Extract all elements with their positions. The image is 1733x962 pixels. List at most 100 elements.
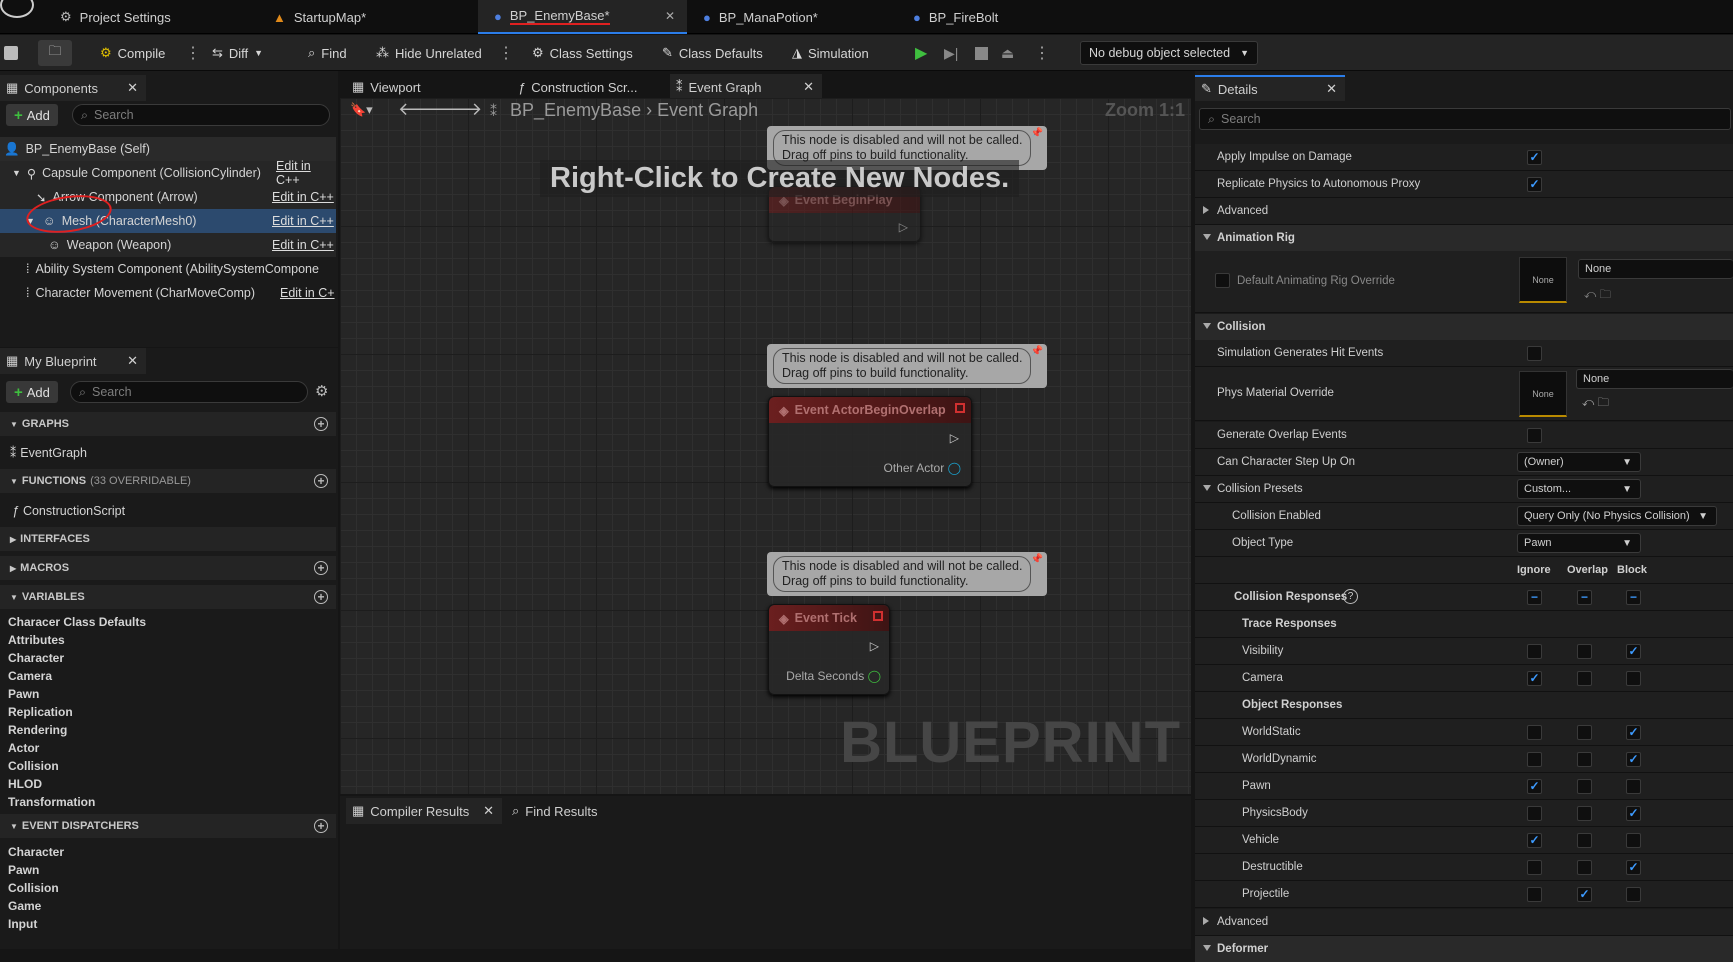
tab-compiler-results[interactable]: ▦ Compiler Results ✕ (346, 798, 502, 824)
browse-icon[interactable]: ⤺ 🗀 (1582, 395, 1609, 414)
advance-frame-button[interactable]: ▶| (944, 35, 958, 71)
tab-bp-firebolt[interactable]: ● BP_FireBolt (897, 0, 1097, 34)
tab-viewport[interactable]: ▦ Viewport (346, 74, 496, 100)
more-options-icon[interactable]: ⋮ (498, 35, 514, 71)
class-defaults-button[interactable]: ✎ Class Defaults (662, 35, 763, 71)
simulation-button[interactable]: ◮ Simulation (792, 35, 869, 71)
asset-thumbnail[interactable]: None (1519, 257, 1567, 303)
ignore-checkbox[interactable] (1527, 725, 1542, 740)
ignore-checkbox[interactable]: ✓ (1527, 779, 1542, 794)
breadcrumb-leaf[interactable]: Event Graph (657, 100, 758, 120)
browse-button[interactable]: 🗀 (38, 40, 72, 66)
tab-construction-script[interactable]: ƒ Construction Scr... (512, 74, 662, 100)
close-icon[interactable]: ✕ (483, 803, 494, 819)
component-self[interactable]: 👤 BP_EnemyBase (Self) (0, 137, 336, 161)
play-options-icon[interactable]: ⋮ (1034, 35, 1050, 71)
overlap-checkbox[interactable]: ✓ (1577, 887, 1592, 902)
asset-picker[interactable]: None (1576, 369, 1733, 389)
compile-options-icon[interactable]: ⋮ (185, 35, 201, 71)
block-checkbox[interactable]: ✓ (1626, 860, 1641, 875)
variable-category[interactable]: Transformation (8, 795, 95, 809)
event-dispatchers-section[interactable]: ▼ EVENT DISPATCHERS + (0, 814, 336, 838)
close-icon[interactable]: ✕ (1326, 81, 1337, 97)
add-macro-icon[interactable]: + (314, 561, 328, 575)
block-checkbox[interactable] (1626, 887, 1641, 902)
tab-details[interactable]: ✎ Details ✕ (1195, 75, 1345, 101)
close-tab-icon[interactable]: ✕ (665, 9, 675, 23)
checkbox[interactable] (1527, 346, 1542, 361)
event-graph-canvas[interactable]: 🔖▾ 🡐 🡒 ⁑ BP_EnemyBase › Event Graph Zoom… (340, 98, 1191, 794)
ignore-checkbox[interactable]: ✓ (1527, 833, 1542, 848)
delegate-pin-icon[interactable] (955, 403, 965, 413)
all-ignore-checkbox[interactable]: − (1527, 590, 1542, 605)
edit-in-cpp-link[interactable]: Edit in C++ (272, 214, 334, 228)
components-search-input[interactable]: ⌕ Search (72, 104, 330, 126)
eject-button[interactable]: ⏏ (1001, 35, 1014, 71)
checkbox[interactable]: ✓ (1527, 150, 1542, 165)
debug-object-select[interactable]: No debug object selected ▼ (1080, 41, 1258, 65)
variable-category[interactable]: Actor (8, 741, 39, 755)
block-checkbox[interactable] (1626, 671, 1641, 686)
edit-in-cpp-link[interactable]: Edit in C++ (272, 238, 334, 252)
ignore-checkbox[interactable] (1527, 752, 1542, 767)
close-icon[interactable]: ✕ (127, 353, 138, 369)
close-icon[interactable]: ✕ (127, 80, 138, 96)
delta-seconds-pin[interactable]: Delta Seconds ◯ (786, 669, 881, 683)
add-function-icon[interactable]: + (314, 474, 328, 488)
variable-category[interactable]: Rendering (8, 723, 67, 737)
diff-button[interactable]: ⇆ Diff ▼ (212, 35, 263, 71)
settings-gear-icon[interactable]: ⚙ (315, 382, 328, 400)
checkbox[interactable] (1527, 428, 1542, 443)
variables-section[interactable]: ▼ VARIABLES + (0, 585, 336, 609)
asset-picker[interactable]: None (1578, 259, 1733, 279)
edit-in-cpp-link[interactable]: Edit in C++ (276, 159, 336, 187)
edit-in-cpp-link[interactable]: Edit in C+ (280, 286, 335, 300)
add-component-button[interactable]: + Add (6, 104, 58, 126)
checkbox[interactable] (1215, 273, 1230, 288)
block-checkbox[interactable] (1626, 833, 1641, 848)
functions-section[interactable]: ▼ FUNCTIONS (33 OVERRIDABLE) + (0, 469, 336, 493)
block-checkbox[interactable]: ✓ (1626, 725, 1641, 740)
block-checkbox[interactable]: ✓ (1626, 752, 1641, 767)
tab-project-settings[interactable]: ⚙ Project Settings (44, 0, 269, 34)
details-search-input[interactable]: ⌕ Search (1199, 108, 1731, 130)
node-event-actorbeginoverlap[interactable]: ◈ Event ActorBeginOverlap ▷ Other Actor ◯ (768, 396, 972, 487)
node-event-tick[interactable]: ◈ Event Tick ▷ Delta Seconds ◯ (768, 604, 890, 695)
ignore-checkbox[interactable] (1527, 644, 1542, 659)
overlap-checkbox[interactable] (1577, 671, 1592, 686)
forward-arrow-icon[interactable]: 🡒 (434, 99, 482, 120)
exec-pin-icon[interactable]: ▷ (950, 431, 959, 445)
tab-event-graph[interactable]: ⁑ Event Graph ✕ (670, 74, 822, 100)
edit-in-cpp-link[interactable]: Edit in C++ (272, 190, 334, 204)
help-icon[interactable]: ? (1343, 589, 1358, 604)
variable-category[interactable]: Collision (8, 759, 59, 773)
bookmark-icon[interactable]: 🔖▾ (350, 102, 373, 118)
find-button[interactable]: ⌕ Find (308, 35, 347, 71)
variable-category[interactable]: Replication (8, 705, 73, 719)
tab-startup-map[interactable]: ▲ StartupMap* (257, 0, 472, 34)
graph-item-eventgraph[interactable]: ⁑ EventGraph (10, 445, 87, 460)
asset-thumbnail[interactable]: None (1519, 371, 1567, 417)
checkbox[interactable]: ✓ (1527, 177, 1542, 192)
component-ability-system[interactable]: ⁞ Ability System Component (AbilitySystem… (0, 257, 336, 281)
exec-pin-icon[interactable]: ▷ (899, 220, 908, 234)
variable-category[interactable]: Attributes (8, 633, 65, 647)
ignore-checkbox[interactable] (1527, 860, 1542, 875)
block-checkbox[interactable]: ✓ (1626, 644, 1641, 659)
tab-bp-enemybase[interactable]: ● BP_EnemyBase* ✕ (478, 0, 687, 34)
add-variable-icon[interactable]: + (314, 590, 328, 604)
component-character-movement[interactable]: ⁞ Character Movement (CharMoveComp) Edit … (0, 281, 336, 305)
ignore-checkbox[interactable]: ✓ (1527, 671, 1542, 686)
compile-button[interactable]: ⚙ Compile (100, 35, 165, 71)
collision-enabled-select[interactable]: Query Only (No Physics Collision) ▼ (1517, 506, 1717, 526)
ignore-checkbox[interactable] (1527, 806, 1542, 821)
all-overlap-checkbox[interactable]: − (1577, 590, 1592, 605)
collision-presets-select[interactable]: Custom... ▼ (1517, 479, 1641, 499)
dispatcher-category[interactable]: Character (8, 845, 64, 859)
overlap-checkbox[interactable] (1577, 752, 1592, 767)
object-type-select[interactable]: Pawn ▼ (1517, 533, 1641, 553)
advanced-collision-toggle[interactable]: Advanced (1195, 909, 1733, 936)
variable-category[interactable]: HLOD (8, 777, 42, 791)
add-member-button[interactable]: + Add (6, 381, 58, 403)
dispatcher-category[interactable]: Pawn (8, 863, 39, 877)
